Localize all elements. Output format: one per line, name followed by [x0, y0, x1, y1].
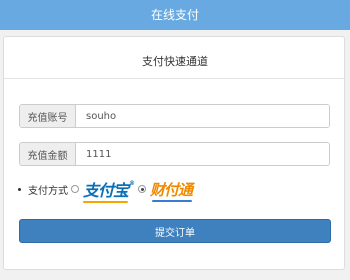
tenpay-logo-icon[interactable]: 财付通	[150, 179, 193, 202]
alipay-logo-text: 支付宝	[83, 181, 129, 200]
account-row: 充值账号	[19, 104, 330, 128]
card-divider	[4, 78, 344, 79]
alipay-radio[interactable]	[71, 185, 79, 193]
payment-method-row: 支付方式 支付宝 ® 财付通	[18, 177, 193, 203]
registered-mark: ®	[129, 179, 135, 187]
card-title: 支付快速通道	[142, 55, 208, 68]
amount-label: 充值金额	[20, 143, 76, 165]
tenpay-logo-text: 财付通	[150, 180, 193, 199]
amount-row: 充值金额	[19, 142, 330, 166]
account-input[interactable]	[76, 105, 329, 127]
account-label: 充值账号	[20, 105, 76, 127]
amount-input[interactable]	[76, 143, 329, 165]
bullet-icon	[18, 187, 21, 191]
submit-order-button[interactable]: 提交订单	[19, 219, 331, 243]
page-title: 在线支付	[150, 8, 199, 22]
header-bar: 在线支付	[0, 0, 350, 30]
payment-page: 在线支付 支付快速通道 充值账号 充值金额 支付方式 支付宝 ® 财付通 提交订…	[0, 0, 350, 280]
payment-method-label: 支付方式	[28, 185, 68, 197]
tenpay-radio[interactable]	[138, 185, 147, 193]
alipay-logo-icon[interactable]: 支付宝 ®	[83, 177, 135, 203]
